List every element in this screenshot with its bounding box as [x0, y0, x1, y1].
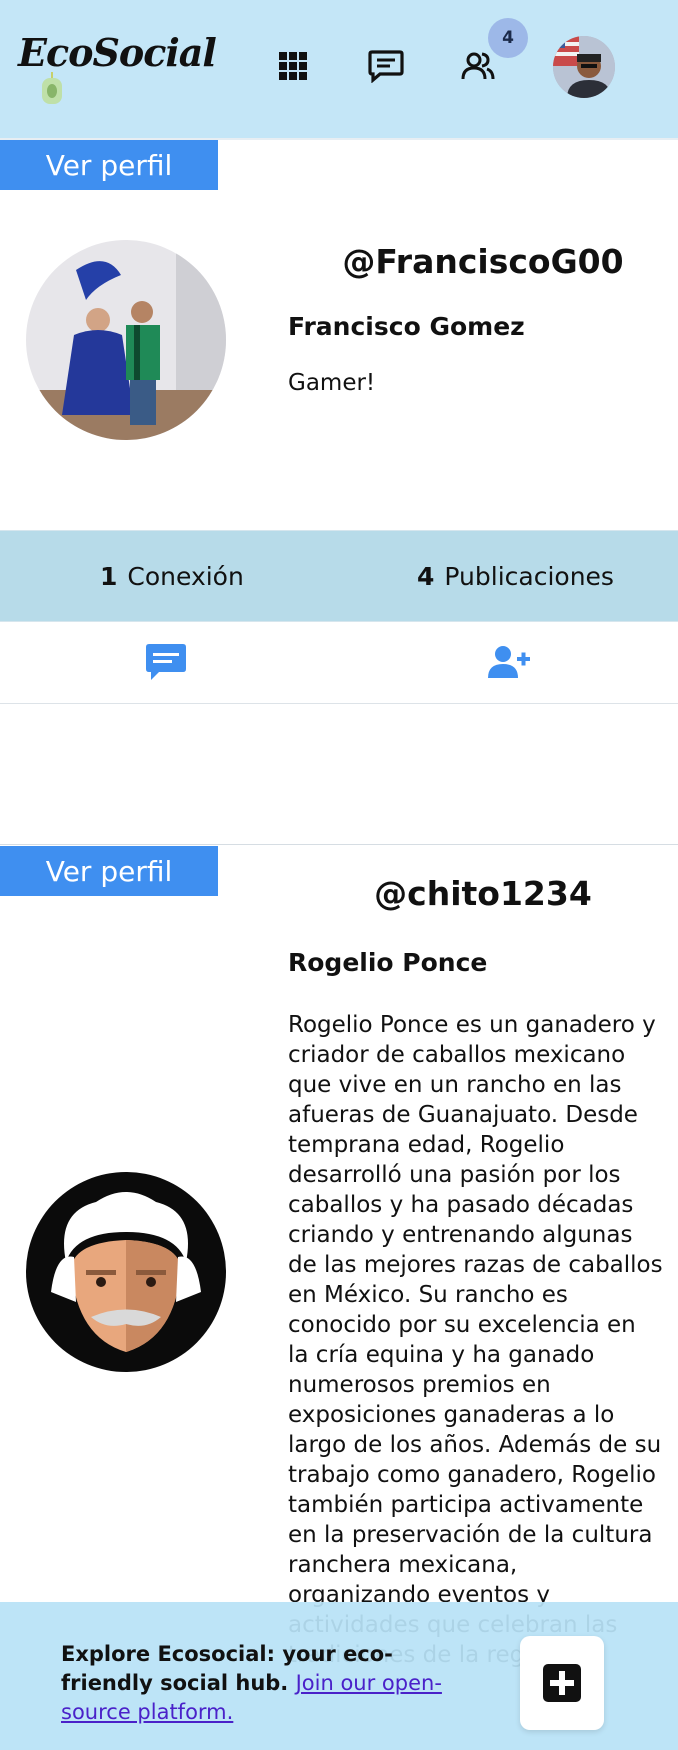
brand-logo[interactable]: EcoSocial	[18, 30, 217, 75]
profile-full-name: Francisco Gomez	[288, 312, 525, 341]
user-avatar[interactable]	[553, 36, 615, 98]
create-post-button[interactable]	[520, 1636, 604, 1730]
profile-stats: 1 Conexión 4 Publicaciones	[0, 530, 678, 622]
notification-badge[interactable]: 4	[488, 18, 528, 58]
posts-count: 4	[417, 561, 435, 591]
plus-square-icon	[543, 1664, 581, 1702]
profile-full-name: Rogelio Ponce	[288, 948, 488, 977]
posts-label: Publicaciones	[444, 561, 614, 591]
connections-stat[interactable]: 1 Conexión	[100, 531, 244, 621]
send-message-icon[interactable]	[142, 638, 190, 686]
messages-icon[interactable]	[364, 44, 408, 88]
profile-card: Ver perfil @chito1234 Rogelio Ponce Roge…	[0, 846, 678, 1668]
profile-bio: Gamer!	[288, 370, 376, 396]
profile-avatar[interactable]	[26, 240, 226, 440]
profile-avatar[interactable]	[26, 1172, 226, 1372]
view-profile-button[interactable]: Ver perfil	[0, 140, 218, 190]
add-friend-icon[interactable]	[485, 638, 533, 686]
profile-card: Ver perfil @FranciscoG00 Francisco Gomez…	[0, 140, 678, 844]
footer-banner: Explore Ecosocial: your eco-friendly soc…	[0, 1602, 678, 1750]
profile-username: @FranciscoG00	[342, 242, 624, 281]
profile-username: @chito1234	[374, 874, 592, 913]
footer-message: Explore Ecosocial: your eco-friendly soc…	[61, 1640, 481, 1727]
posts-stat[interactable]: 4 Publicaciones	[417, 531, 614, 621]
view-profile-button[interactable]: Ver perfil	[0, 846, 218, 896]
connections-count: 1	[100, 561, 118, 591]
top-navbar: EcoSocial 4	[0, 0, 678, 140]
apps-grid-icon[interactable]	[271, 44, 315, 88]
profile-bio: Rogelio Ponce es un ganadero y criador d…	[288, 1012, 663, 1668]
connections-label: Conexión	[127, 561, 244, 591]
profile-actions	[0, 622, 678, 704]
leaf-icon	[42, 72, 62, 104]
card-divider	[0, 844, 678, 845]
